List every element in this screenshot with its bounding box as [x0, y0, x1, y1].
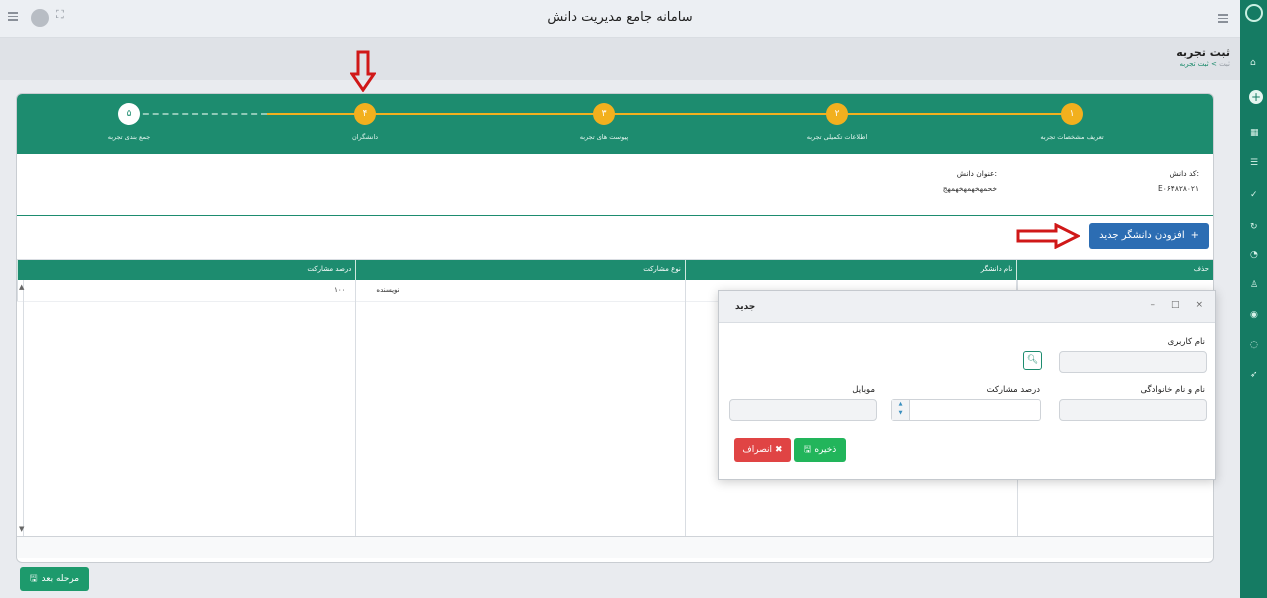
- knowledge-title: عنوان دانش: خحمهخهمهخهمهج: [943, 169, 997, 193]
- search-icon[interactable]: 🔍︎: [1023, 351, 1042, 370]
- grid-column-divider: [685, 280, 686, 558]
- percent-stepper[interactable]: ▲ ▼: [891, 399, 1041, 421]
- step-number: ۱: [1061, 103, 1083, 125]
- step-4[interactable]: ۴ دانشگران: [305, 103, 425, 141]
- help-icon[interactable]: ◌: [1250, 340, 1260, 350]
- scroll-down-icon[interactable]: ▼: [19, 525, 24, 533]
- cancel-button[interactable]: انصراف ✖: [734, 438, 791, 462]
- maximize-icon[interactable]: □: [1171, 300, 1180, 310]
- wizard-steps: ۱ تعریف مشخصات تجربه ۲ اطلاعات تکمیلی تج…: [17, 94, 1213, 154]
- close-icon[interactable]: ×: [1195, 300, 1203, 310]
- cancel-label: انصراف: [742, 445, 773, 455]
- header-type[interactable]: نوع مشارکت: [355, 260, 684, 280]
- username-input[interactable]: [1059, 351, 1207, 373]
- plus-icon: +: [1190, 230, 1199, 241]
- annotation-arrow-down-icon: [350, 50, 376, 92]
- dialog-title: جدید: [735, 302, 756, 312]
- lightbulb-icon[interactable]: ◉: [1250, 310, 1260, 320]
- new-researcher-dialog: جدید – □ × نام کاربری 🔍︎ نام و نام خانوا…: [718, 290, 1216, 480]
- step-number: ۵: [118, 103, 140, 125]
- mobile-input[interactable]: [729, 399, 877, 421]
- add-icon[interactable]: +: [1249, 90, 1263, 104]
- knowledge-code-value: E۰۶۴۸۲۸۰۲۱: [1158, 184, 1199, 193]
- refresh-icon[interactable]: ↻: [1250, 222, 1260, 232]
- logo-icon: [1245, 4, 1263, 22]
- mobile-label: موبایل: [852, 385, 875, 395]
- step-label: تعریف مشخصات تجربه: [1040, 133, 1104, 141]
- calendar-icon[interactable]: ▦: [1250, 128, 1260, 138]
- close-icon: ✖: [775, 445, 783, 455]
- breadcrumb-separator: >: [1210, 60, 1217, 68]
- knowledge-info: کد دانش: E۰۶۴۸۲۸۰۲۱ عنوان دانش: خحمهخهمه…: [17, 154, 1213, 216]
- annotation-arrow-right-icon: [1016, 223, 1080, 249]
- step-number: ۴: [354, 103, 376, 125]
- cell-percent: ۱۰۰: [17, 280, 355, 301]
- user-icon[interactable]: ♙: [1250, 280, 1260, 290]
- fullname-label: نام و نام خانوادگی: [1140, 385, 1205, 395]
- list-icon[interactable]: ☰: [1250, 158, 1260, 168]
- spinner-arrows-icon[interactable]: ▲ ▼: [892, 400, 910, 420]
- rocket-icon[interactable]: ➶: [1250, 370, 1260, 380]
- grid-column-divider: [23, 280, 24, 558]
- step-2[interactable]: ۲ اطلاعات تکمیلی تجربه: [777, 103, 897, 141]
- next-step-button[interactable]: 🖫 مرحله بعد: [20, 567, 89, 591]
- next-step-label: مرحله بعد: [41, 574, 80, 584]
- cell-type: نویسنده: [355, 280, 684, 301]
- save-label: ذخیره: [814, 445, 837, 455]
- grid-header: حذف نام دانشگر نوع مشارکت درصد مشارکت: [17, 260, 1213, 280]
- check-icon[interactable]: ✓: [1250, 190, 1260, 200]
- minimize-icon[interactable]: –: [1150, 300, 1155, 310]
- step-3[interactable]: ۳ پیوست های تجربه: [544, 103, 664, 141]
- save-icon: 🖫: [803, 445, 812, 455]
- add-researcher-button[interactable]: افزودن دانشگر جدید +: [1089, 223, 1209, 249]
- fullname-input[interactable]: [1059, 399, 1207, 421]
- step-5[interactable]: ۵ جمع بندی تجربه: [69, 103, 189, 141]
- hamburger-icon[interactable]: [1218, 14, 1228, 24]
- knowledge-code: کد دانش: E۰۶۴۸۲۸۰۲۱: [1158, 169, 1199, 193]
- grid-column-divider: [355, 280, 356, 558]
- step-label: دانشگران: [351, 133, 379, 141]
- top-bar: ⛶ سامانه جامع مدیریت دانش: [0, 0, 1240, 38]
- username-label: نام کاربری: [1167, 337, 1205, 347]
- save-icon: 🖫: [29, 574, 38, 584]
- breadcrumb-item-current: ثبت تجربه: [1179, 60, 1209, 68]
- knowledge-title-value: خحمهخهمهخهمهج: [942, 184, 997, 193]
- chart-icon[interactable]: ◔: [1250, 250, 1260, 260]
- page-title: ثبت تجربه: [1176, 46, 1230, 59]
- side-rail: ⌂ + ▦ ☰ ✓ ↻ ◔ ♙ ◉ ◌ ➶: [1240, 0, 1267, 598]
- step-label: اطلاعات تکمیلی تجربه: [806, 133, 868, 141]
- breadcrumb: ثبت > ثبت تجربه: [1180, 60, 1230, 68]
- knowledge-title-label: عنوان دانش:: [956, 169, 997, 178]
- knowledge-code-label: کد دانش:: [1169, 169, 1200, 178]
- step-label: پیوست های تجربه: [579, 133, 629, 141]
- step-1[interactable]: ۱ تعریف مشخصات تجربه: [1012, 103, 1132, 141]
- scroll-up-icon[interactable]: ▲: [19, 283, 24, 291]
- percent-label: درصد مشارکت: [986, 385, 1041, 395]
- header-name[interactable]: نام دانشگر: [684, 260, 1016, 280]
- header-delete[interactable]: حذف: [1016, 260, 1213, 280]
- home-icon[interactable]: ⌂: [1250, 58, 1260, 68]
- step-number: ۲: [826, 103, 848, 125]
- dialog-header: جدید – □ ×: [719, 291, 1215, 323]
- add-researcher-label: افزودن دانشگر جدید: [1099, 230, 1185, 241]
- step-label: جمع بندی تجربه: [107, 133, 151, 141]
- save-button[interactable]: 🖫 ذخیره: [794, 438, 846, 462]
- page-header: ثبت تجربه ثبت > ثبت تجربه: [0, 38, 1240, 80]
- grid-footer: [17, 536, 1213, 558]
- header-percent[interactable]: درصد مشارکت: [17, 260, 355, 280]
- dialog-controls: – □ ×: [1150, 300, 1203, 310]
- breadcrumb-item-root[interactable]: ثبت: [1219, 60, 1230, 68]
- step-number: ۳: [593, 103, 615, 125]
- app-title: سامانه جامع مدیریت دانش: [547, 10, 693, 25]
